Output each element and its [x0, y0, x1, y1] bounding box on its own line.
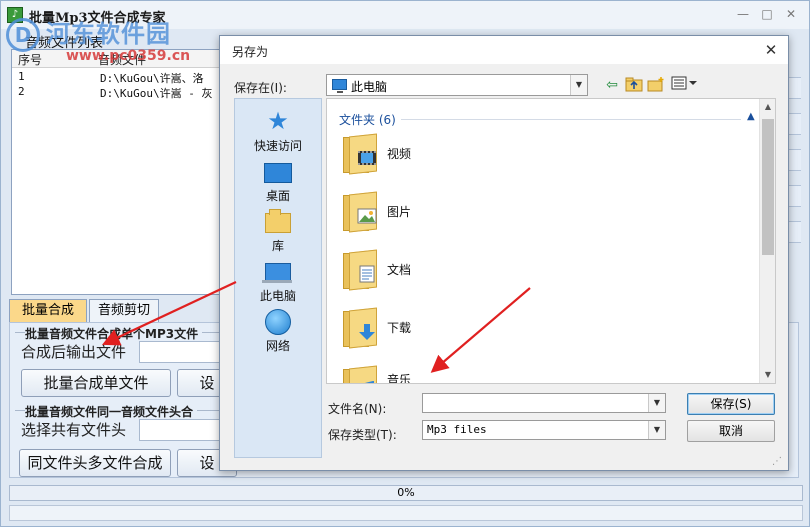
vertical-scrollbar[interactable]: ▲ ▼	[759, 99, 775, 383]
documents-folder-icon	[343, 249, 379, 291]
computer-icon	[332, 79, 347, 93]
file-list[interactable]: 序号 音频文件 1 D:\KuGou\许嵩、洛 2 D:\KuGou\许嵩 - …	[11, 49, 225, 295]
side-button[interactable]	[787, 149, 801, 171]
dialog-close-button[interactable]: ✕	[760, 40, 782, 60]
desktop-icon	[264, 163, 292, 183]
star-icon: ★	[267, 107, 289, 135]
save-in-label: 保存在(I):	[234, 81, 287, 95]
folder-item-music[interactable]: 音乐	[327, 359, 757, 383]
chevron-down-icon[interactable]: ▼	[648, 421, 665, 439]
folder-item-pictures[interactable]: 图片	[327, 185, 757, 241]
folder-name: 文档	[387, 263, 412, 277]
scroll-down-icon[interactable]: ▼	[760, 367, 776, 383]
save-button[interactable]: 保存(S)	[687, 393, 775, 415]
tab-audio-cut[interactable]: 音频剪切	[89, 299, 159, 323]
filetype-value: Mp3 files	[427, 423, 487, 436]
chevron-up-icon[interactable]: ▲	[747, 111, 755, 122]
column-audio-file[interactable]: 音频文件	[98, 51, 146, 68]
row-path: D:\KuGou\许嵩、洛	[100, 72, 204, 85]
place-this-pc[interactable]: 此电脑	[235, 255, 321, 305]
folder-name: 音乐	[387, 373, 412, 383]
view-menu-icon[interactable]	[670, 76, 700, 94]
app-title: 批量Mp3文件合成专家	[29, 11, 166, 26]
place-network[interactable]: 网络	[235, 305, 321, 355]
side-button[interactable]	[787, 221, 801, 243]
folder-item-downloads[interactable]: 下载	[327, 301, 757, 357]
place-label: 网络	[265, 339, 290, 353]
computer-icon	[262, 263, 292, 283]
music-folder-icon	[343, 365, 379, 383]
row-path: D:\KuGou\许嵩 - 灰	[100, 87, 213, 100]
resize-grip-icon[interactable]: ⋰	[772, 456, 782, 467]
folder-item-documents[interactable]: 文档	[327, 243, 757, 299]
side-button[interactable]	[787, 113, 801, 135]
place-label: 此电脑	[259, 289, 296, 303]
multi-merge-button[interactable]: 同文件头多文件合成	[19, 449, 171, 477]
file-list-header: 序号 音频文件	[12, 50, 224, 68]
batch-merge-button[interactable]: 批量合成单文件	[21, 369, 171, 397]
scroll-up-icon[interactable]: ▲	[760, 99, 776, 115]
title-bar: ♪ 批量Mp3文件合成专家 — □ ✕	[1, 1, 809, 29]
file-pane[interactable]: 文件夹 (6) ▲ 视频 图片 文档 下载 音乐 ▲ ▼	[326, 98, 776, 384]
group-title-single: 批量音频文件合成单个MP3文件	[25, 325, 203, 342]
filename-input[interactable]: ▼	[422, 393, 666, 413]
output-file-label: 合成后输出文件	[21, 343, 127, 361]
status-bar	[9, 505, 803, 521]
row-index: 2	[18, 85, 25, 98]
group-title-shared-head: 批量音频文件同一音频文件头合	[25, 403, 198, 420]
pictures-folder-icon	[343, 191, 379, 233]
minimize-button[interactable]: —	[733, 5, 753, 23]
column-index[interactable]: 序号	[18, 51, 42, 68]
folder-name: 视频	[387, 147, 412, 161]
places-bar: ★ 快速访问 桌面 库 此电脑 网络	[234, 98, 322, 458]
scroll-thumb[interactable]	[762, 119, 774, 255]
new-folder-icon[interactable]	[646, 76, 666, 94]
section-header[interactable]: 文件夹 (6)	[339, 111, 396, 128]
chevron-down-icon[interactable]: ▼	[570, 75, 587, 95]
close-button[interactable]: ✕	[781, 5, 801, 23]
chevron-down-icon[interactable]: ▼	[648, 394, 665, 412]
save-as-dialog: 另存为 ✕ 保存在(I): 此电脑 ▼ ⇦ ★ 快速访问 桌面 库 此电脑 网络…	[219, 35, 789, 471]
network-icon	[265, 309, 291, 335]
app-icon: ♪	[7, 7, 23, 23]
library-icon	[265, 209, 291, 233]
dialog-title: 另存为	[232, 45, 269, 59]
progress-bar: 0%	[9, 485, 803, 501]
save-in-value: 此电脑	[351, 80, 388, 94]
dialog-title-bar: 另存为 ✕	[220, 36, 788, 64]
shared-head-label: 选择共有文件头	[21, 421, 127, 439]
video-folder-icon	[343, 133, 379, 175]
filename-label: 文件名(N):	[328, 402, 387, 416]
list-item[interactable]: 1 D:\KuGou\许嵩、洛	[12, 70, 224, 85]
save-in-combo[interactable]: 此电脑 ▼	[326, 74, 588, 96]
place-label: 快速访问	[253, 139, 302, 153]
up-folder-icon[interactable]	[624, 76, 644, 94]
place-label: 桌面	[265, 189, 290, 203]
downloads-folder-icon	[343, 307, 379, 349]
place-quick-access[interactable]: ★ 快速访问	[235, 105, 321, 155]
shared-head-input[interactable]	[139, 419, 229, 441]
folder-name: 下载	[387, 321, 412, 335]
back-arrow-icon[interactable]: ⇦	[602, 76, 622, 94]
list-item[interactable]: 2 D:\KuGou\许嵩 - 灰	[12, 85, 224, 100]
folder-name: 图片	[387, 205, 412, 219]
maximize-button[interactable]: □	[757, 5, 777, 23]
folder-item-video[interactable]: 视频	[327, 127, 757, 183]
output-file-input[interactable]	[139, 341, 229, 363]
place-desktop[interactable]: 桌面	[235, 155, 321, 205]
section-divider	[401, 119, 741, 120]
row-index: 1	[18, 70, 25, 83]
side-button[interactable]	[787, 77, 801, 99]
place-label: 库	[271, 239, 284, 253]
cancel-button[interactable]: 取消	[687, 420, 775, 442]
filetype-select[interactable]: Mp3 files ▼	[422, 420, 666, 440]
tab-batch-merge[interactable]: 批量合成	[9, 299, 87, 323]
filetype-label: 保存类型(T):	[328, 428, 397, 442]
side-button[interactable]	[787, 185, 801, 207]
place-library[interactable]: 库	[235, 205, 321, 255]
